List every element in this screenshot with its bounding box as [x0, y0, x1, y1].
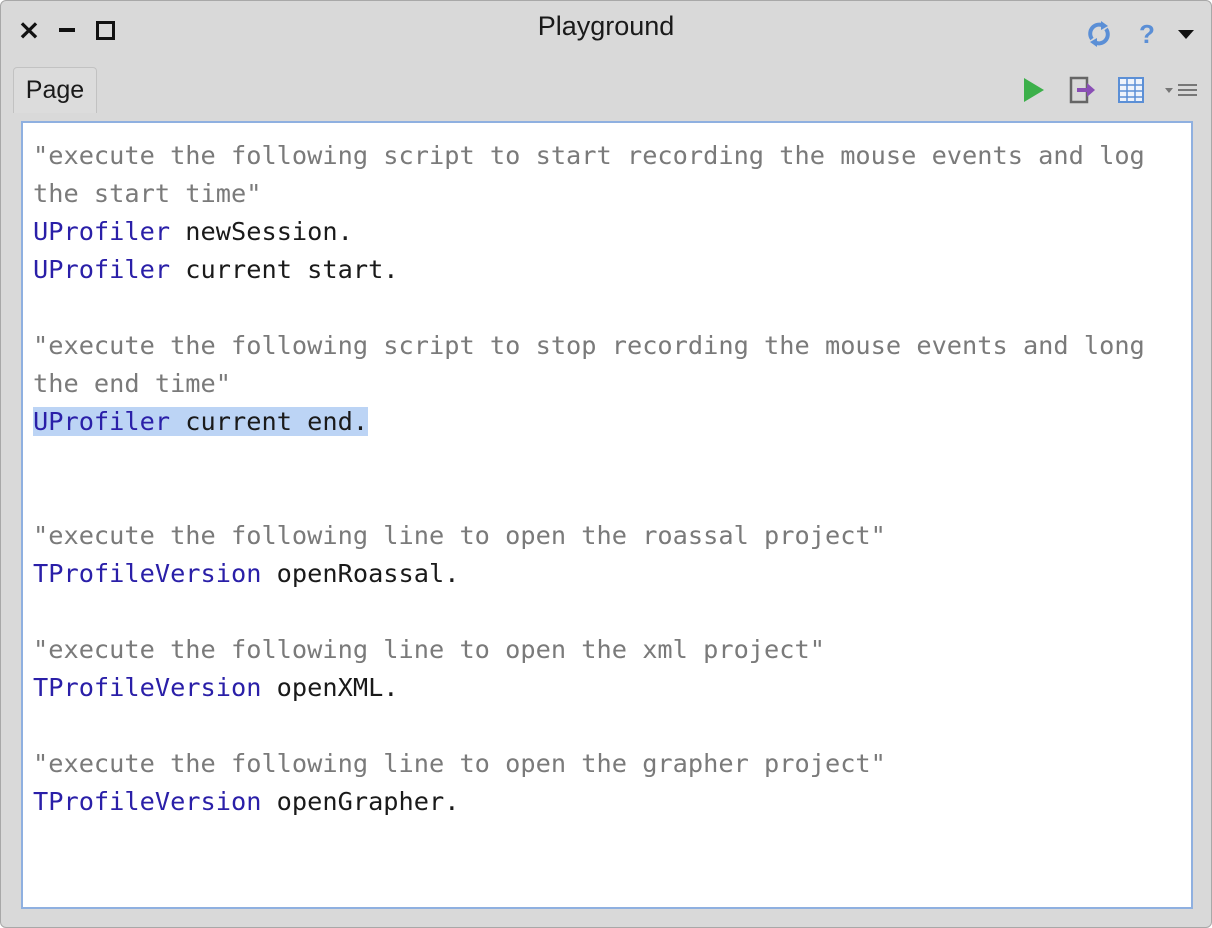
- code-message: current end.: [170, 407, 369, 436]
- help-icon[interactable]: ?: [1135, 17, 1159, 51]
- help-glyph: ?: [1139, 18, 1155, 49]
- code-class-name: TProfileVersion: [33, 673, 262, 702]
- code-class-name: TProfileVersion: [33, 787, 262, 816]
- code-line: TProfileVersion openGrapher.: [33, 783, 1145, 821]
- code-line: UProfiler current start.: [33, 251, 1145, 289]
- code-message: newSession.: [170, 217, 353, 246]
- playground-window: × Playground ? Page "execute the followi…: [0, 0, 1212, 928]
- bindings-icon[interactable]: [1115, 73, 1147, 107]
- menu-arrow-icon[interactable]: [1173, 17, 1199, 51]
- code-line: TProfileVersion openXML.: [33, 669, 1145, 707]
- code-class-name: TProfileVersion: [33, 559, 262, 588]
- code-comment: "execute the following script to start r…: [33, 141, 1145, 170]
- code-comment: "execute the following line to open the …: [33, 521, 886, 550]
- refresh-icon[interactable]: [1081, 17, 1117, 51]
- code-line: the start time": [33, 175, 1145, 213]
- code-message: openXML.: [261, 673, 399, 702]
- code-comment: the start time": [33, 179, 262, 208]
- code-text: "execute the following script to start r…: [33, 137, 1145, 821]
- code-comment: the end time": [33, 369, 231, 398]
- code-line: UProfiler current end.: [33, 403, 1145, 441]
- code-line: UProfiler newSession.: [33, 213, 1145, 251]
- code-line: "execute the following script to start r…: [33, 137, 1145, 175]
- code-line: TProfileVersion openRoassal.: [33, 555, 1145, 593]
- code-line: "execute the following line to open the …: [33, 631, 1145, 669]
- code-line: "execute the following line to open the …: [33, 517, 1145, 555]
- code-comment: "execute the following line to open the …: [33, 749, 886, 778]
- run-icon[interactable]: [1019, 73, 1049, 107]
- window-title: Playground: [537, 11, 675, 41]
- code-line: "execute the following line to open the …: [33, 745, 1145, 783]
- code-class-name: UProfiler: [33, 407, 171, 436]
- code-line: the end time": [33, 365, 1145, 403]
- code-comment: "execute the following line to open the …: [33, 635, 825, 664]
- tab-page[interactable]: Page: [13, 67, 97, 113]
- inspect-icon[interactable]: [1067, 73, 1099, 107]
- code-comment: "execute the following script to stop re…: [33, 331, 1145, 360]
- code-message: current start.: [170, 255, 399, 284]
- code-class-name: UProfiler: [33, 217, 171, 246]
- title-bar: × Playground ?: [1, 1, 1211, 59]
- tab-bar: Page: [1, 59, 1211, 113]
- selection-highlight: UProfiler current end.: [33, 407, 369, 436]
- code-editor[interactable]: "execute the following script to start r…: [21, 121, 1193, 909]
- code-line: "execute the following script to stop re…: [33, 327, 1145, 365]
- code-class-name: UProfiler: [33, 255, 171, 284]
- code-message: openRoassal.: [261, 559, 460, 588]
- page-menu-icon[interactable]: [1161, 73, 1201, 107]
- code-message: openGrapher.: [261, 787, 460, 816]
